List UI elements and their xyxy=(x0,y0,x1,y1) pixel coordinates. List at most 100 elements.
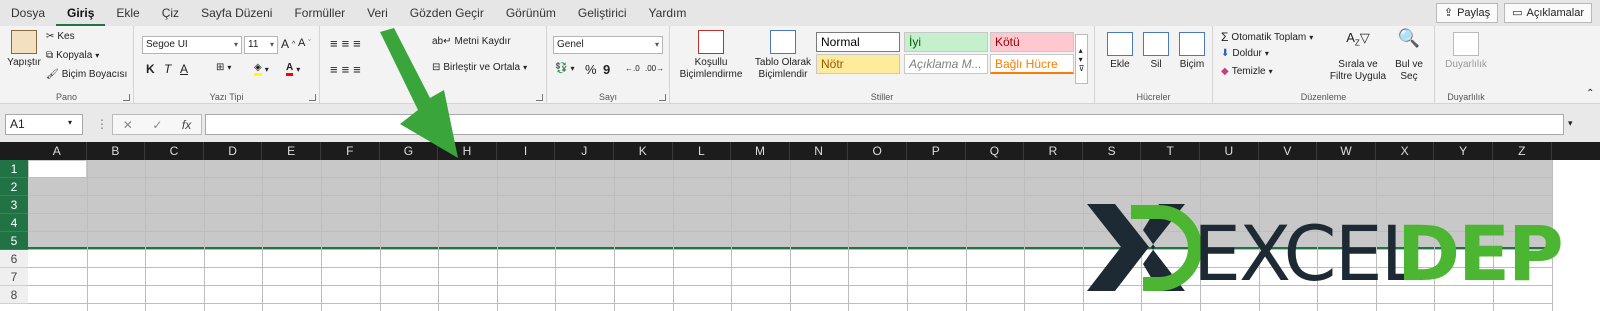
paste-button[interactable]: Yapıştır xyxy=(4,30,44,69)
collapse-ribbon-icon[interactable]: ⌃ xyxy=(1586,88,1594,99)
column-header-q[interactable]: Q xyxy=(965,142,1025,160)
bold-button[interactable]: K xyxy=(146,62,155,76)
column-header-p[interactable]: P xyxy=(907,142,966,160)
column-header-f[interactable]: F xyxy=(321,142,380,160)
tab-0[interactable]: Dosya xyxy=(0,0,56,26)
grow-font-button[interactable]: A ^ xyxy=(281,37,295,51)
format-painter-button[interactable]: 🖌 Biçim Boyacısı xyxy=(46,69,127,80)
cancel-icon[interactable]: ✕ xyxy=(123,118,133,132)
styles-gallery-scroll[interactable]: ▴ ▾ ⊽ xyxy=(1075,34,1088,84)
shrink-font-button[interactable]: Aˇ xyxy=(298,37,311,49)
column-header-n[interactable]: N xyxy=(789,142,849,160)
share-button[interactable]: ⇪ Paylaş xyxy=(1435,3,1499,23)
more-options-icon[interactable]: ⋮ xyxy=(96,117,108,131)
cell-style-4[interactable]: Açıklama M... xyxy=(904,54,988,74)
column-header-a[interactable]: A xyxy=(28,142,87,160)
format-as-table-button[interactable]: Tablo Olarak Biçimlendir xyxy=(750,30,816,81)
cell-style-0[interactable]: Normal xyxy=(816,32,900,52)
clear-button[interactable]: ◆ Temizle ▾ xyxy=(1221,66,1273,77)
underline-button[interactable]: A xyxy=(180,62,188,76)
column-header-w[interactable]: W xyxy=(1317,142,1376,160)
delete-cells-button[interactable]: Sil xyxy=(1139,32,1173,71)
decrease-decimal-icon[interactable]: .00→ xyxy=(645,64,664,73)
number-launcher-icon[interactable] xyxy=(659,94,666,101)
column-header-z[interactable]: Z xyxy=(1493,142,1552,160)
annotation-arrow xyxy=(380,28,458,158)
tab-7[interactable]: Gözden Geçir xyxy=(399,0,495,26)
increase-decimal-icon[interactable]: ←.0 xyxy=(625,64,640,73)
percent-button[interactable]: % xyxy=(585,62,597,77)
alignment-launcher-icon[interactable] xyxy=(536,94,543,101)
tab-8[interactable]: Görünüm xyxy=(495,0,567,26)
active-cell[interactable] xyxy=(29,161,86,178)
horizontal-align-buttons[interactable]: ≡≡≡ xyxy=(330,62,365,77)
column-header-r[interactable]: R xyxy=(1024,142,1083,160)
row-header-4[interactable]: 4 xyxy=(0,214,28,232)
row-header-8[interactable]: 8 xyxy=(0,286,28,304)
font-name-select[interactable]: Segoe UI ▾ xyxy=(142,36,242,54)
comma-style-button[interactable]: 9 xyxy=(603,62,610,77)
comments-button[interactable]: ▭ Açıklamalar xyxy=(1504,3,1592,23)
column-header-l[interactable]: L xyxy=(672,142,732,160)
column-header-x[interactable]: X xyxy=(1375,142,1435,160)
accounting-format-button[interactable]: 💱 ▾ xyxy=(555,63,574,74)
row-header-6[interactable]: 6 xyxy=(0,250,28,268)
column-header-y[interactable]: Y xyxy=(1434,142,1493,160)
tab-3[interactable]: Çiz xyxy=(151,0,190,26)
chevron-down-icon[interactable]: ▾ xyxy=(68,118,72,127)
autosum-button[interactable]: Σ Otomatik Toplam ▾ xyxy=(1221,30,1313,44)
sensitivity-button[interactable]: Duyarlılık xyxy=(1437,32,1495,71)
column-header-t[interactable]: T xyxy=(1141,142,1200,160)
italic-button[interactable]: T xyxy=(164,62,171,76)
tab-2[interactable]: Ekle xyxy=(105,0,150,26)
number-format-select[interactable]: Genel ▾ xyxy=(553,36,663,54)
tab-5[interactable]: Formüller xyxy=(283,0,356,26)
column-header-v[interactable]: V xyxy=(1258,142,1318,160)
font-launcher-icon[interactable] xyxy=(309,94,316,101)
row-header-7[interactable]: 7 xyxy=(0,268,28,286)
insert-function-icon[interactable]: fx xyxy=(182,118,191,132)
cut-button[interactable]: ✂ Kes xyxy=(46,31,75,42)
tab-10[interactable]: Yardım xyxy=(638,0,698,26)
tab-4[interactable]: Sayfa Düzeni xyxy=(190,0,283,26)
column-header-c[interactable]: C xyxy=(145,142,204,160)
format-cells-button[interactable]: Biçim xyxy=(1175,32,1209,71)
fill-button[interactable]: ⬇ Doldur ▾ xyxy=(1221,48,1269,59)
conditional-formatting-button[interactable]: Koşullu Biçimlendirme xyxy=(674,30,748,81)
enter-icon[interactable]: ✓ xyxy=(152,118,162,132)
find-select-button[interactable]: 🔍 Bul ve Seç xyxy=(1391,29,1427,83)
fill-color-button[interactable]: ◈ ▾ xyxy=(254,62,269,76)
column-header-j[interactable]: J xyxy=(555,142,614,160)
tab-6[interactable]: Veri xyxy=(356,0,399,26)
vertical-align-buttons[interactable]: ≡≡≡ xyxy=(330,36,365,51)
expand-formula-bar-icon[interactable]: ▾ xyxy=(1568,118,1573,129)
cell-style-3[interactable]: Nötr xyxy=(816,54,900,74)
column-header-k[interactable]: K xyxy=(614,142,673,160)
tab-1[interactable]: Giriş xyxy=(56,0,106,26)
font-color-button[interactable]: A ▾ xyxy=(286,62,300,76)
copy-button[interactable]: ⧉ Kopyala ▾ xyxy=(46,50,99,61)
font-size-select[interactable]: 11 ▾ xyxy=(244,36,278,54)
cell-style-5[interactable]: Bağlı Hücre xyxy=(990,54,1074,74)
row-header-1[interactable]: 1 xyxy=(0,160,28,178)
cell-style-1[interactable]: İyi xyxy=(904,32,988,52)
select-all-corner[interactable] xyxy=(0,142,28,160)
row-header-2[interactable]: 2 xyxy=(0,178,28,196)
clipboard-launcher-icon[interactable] xyxy=(123,94,130,101)
column-header-m[interactable]: M xyxy=(731,142,790,160)
cell-style-2[interactable]: Kötü xyxy=(990,32,1074,52)
row-header-3[interactable]: 3 xyxy=(0,196,28,214)
column-header-e[interactable]: E xyxy=(262,142,321,160)
row-header-5[interactable]: 5 xyxy=(0,232,28,250)
column-header-s[interactable]: S xyxy=(1082,142,1142,160)
column-header-u[interactable]: U xyxy=(1200,142,1259,160)
insert-cells-button[interactable]: Ekle xyxy=(1103,32,1137,71)
sort-filter-button[interactable]: AZ▽ Sırala ve Filtre Uygula xyxy=(1329,31,1387,83)
column-header-i[interactable]: I xyxy=(496,142,556,160)
column-header-b[interactable]: B xyxy=(86,142,146,160)
column-header-o[interactable]: O xyxy=(848,142,907,160)
group-sensitivity: Duyarlılık Duyarlılık xyxy=(1435,26,1497,104)
tab-9[interactable]: Geliştirici xyxy=(567,0,638,26)
borders-button[interactable]: ⊞ ▾ xyxy=(216,62,231,73)
column-header-d[interactable]: D xyxy=(203,142,263,160)
